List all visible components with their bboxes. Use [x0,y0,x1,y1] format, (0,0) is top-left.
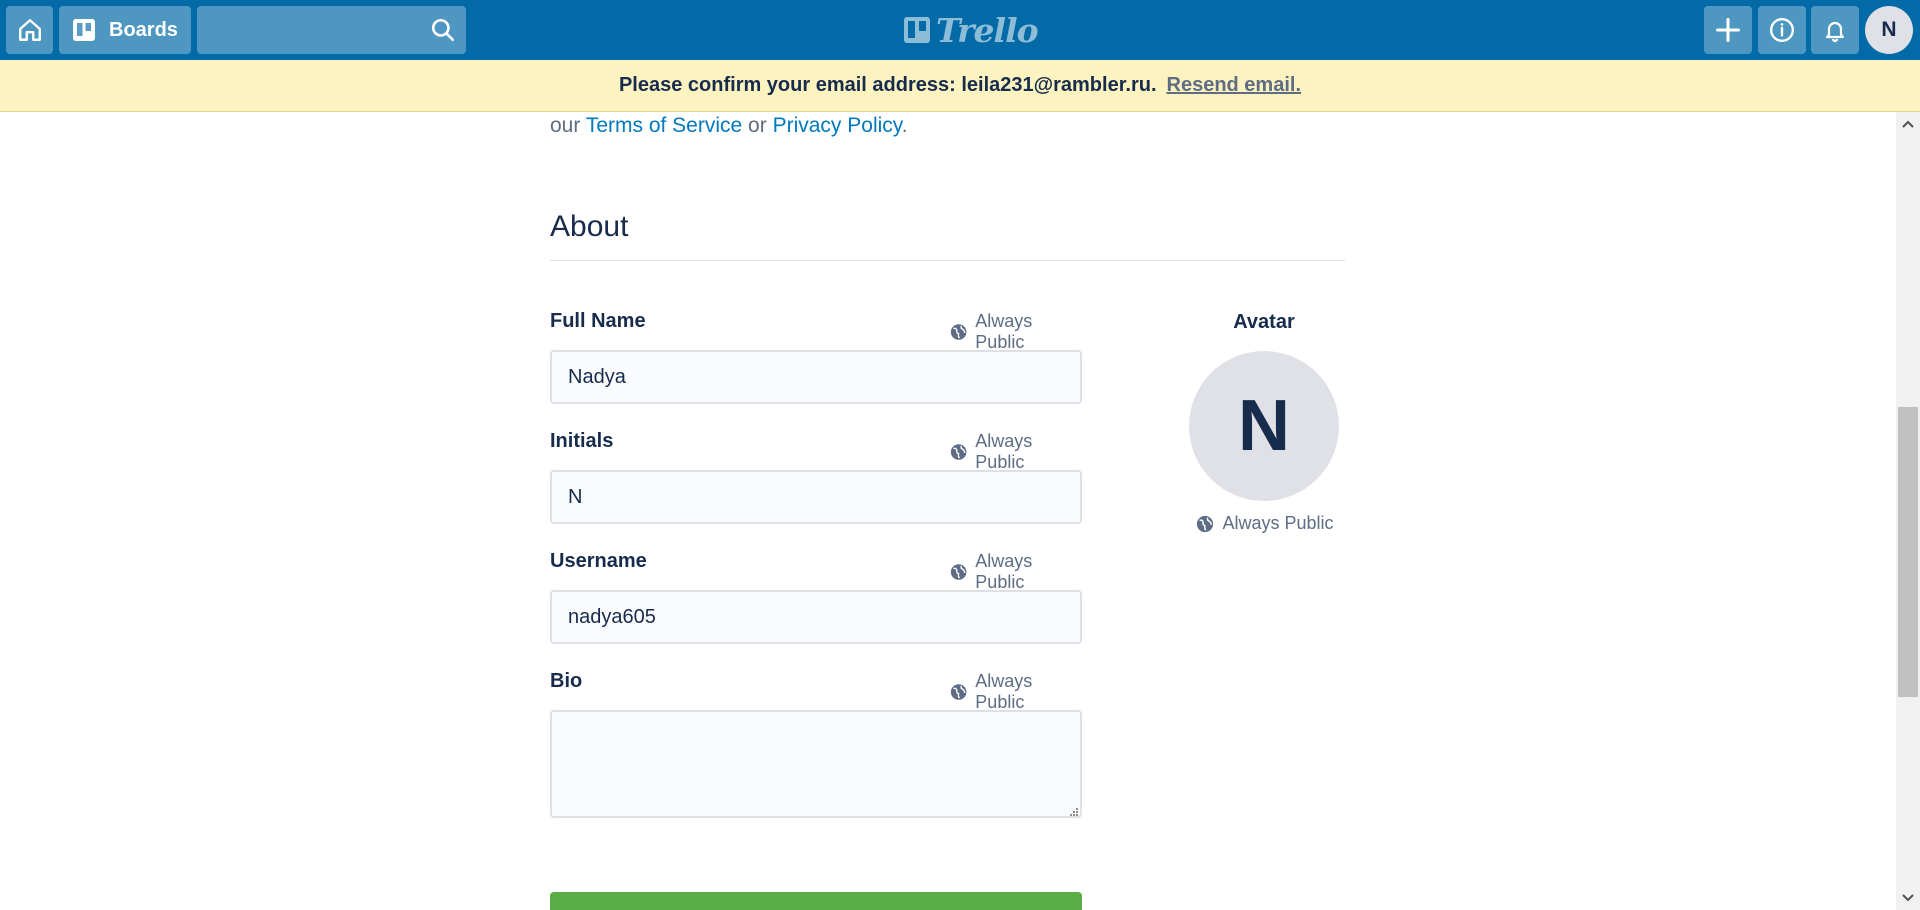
terms-or: or [748,114,767,137]
privacy-policy-link[interactable]: Privacy Policy [773,114,902,137]
terms-suffix: . [901,114,908,137]
globe-icon [950,564,967,580]
member-avatar-button[interactable]: N [1865,6,1913,54]
bio-public-tag: Always Public [950,671,1082,713]
profile-avatar[interactable]: N [1189,351,1339,501]
avatar-public-text: Always Public [1222,513,1334,533]
email-confirm-banner: Please confirm your email address: leila… [0,60,1920,112]
avatar-public-tag: Always Public [1190,513,1340,534]
save-button[interactable] [550,892,1082,910]
terms-of-service-link[interactable]: Terms of Service [586,114,742,137]
plus-icon [1715,17,1741,43]
about-heading: About [550,210,629,243]
bio-public-text: Always Public [975,671,1033,712]
full-name-public-text: Always Public [975,311,1033,352]
info-icon [1769,17,1795,43]
about-divider [550,260,1345,261]
profile-content: our Terms of Service or Privacy Policy. … [0,112,1896,910]
resend-email-link[interactable]: Resend email. [1167,74,1302,97]
resize-grip-icon[interactable] [1068,806,1078,816]
boards-label: Boards [109,18,178,41]
chevron-up-icon [1902,120,1914,128]
initials-input[interactable] [550,470,1082,524]
create-button[interactable] [1704,6,1752,54]
terms-prefix: our [550,114,581,137]
scrollbar-thumb[interactable] [1898,407,1918,697]
avatar-label: Avatar [1233,311,1295,333]
notifications-button[interactable] [1811,6,1859,54]
top-header: Boards Trello N [0,0,1920,60]
terms-text: our Terms of Service or Privacy Policy. [550,114,908,138]
initials-public-tag: Always Public [950,431,1082,473]
trello-wordmark: Trello [936,10,1039,50]
search-box[interactable] [197,6,466,54]
search-input[interactable] [197,6,417,54]
scroll-down-button[interactable] [1896,886,1920,910]
boards-button[interactable]: Boards [59,6,191,54]
globe-icon [1197,515,1214,532]
globe-icon [950,444,967,460]
trello-logo[interactable]: Trello [904,10,1039,50]
banner-message: Please confirm your email address: leila… [618,74,1157,96]
search-icon[interactable] [430,17,456,43]
full-name-label: Full Name [550,310,646,332]
full-name-public-tag: Always Public [950,311,1082,353]
full-name-input[interactable] [550,350,1082,404]
globe-icon [950,324,967,340]
username-public-text: Always Public [975,551,1033,592]
globe-icon [950,684,967,700]
home-icon [18,19,41,41]
bio-textarea[interactable] [550,710,1082,818]
scroll-up-button[interactable] [1896,112,1920,136]
initials-public-text: Always Public [975,431,1033,472]
bio-label: Bio [550,670,583,692]
username-label: Username [550,550,647,572]
username-input[interactable] [550,590,1082,644]
info-button[interactable] [1758,6,1806,54]
boards-icon [73,19,95,41]
username-public-tag: Always Public [950,551,1082,593]
chevron-down-icon [1902,894,1914,902]
initials-label: Initials [550,430,614,452]
home-button[interactable] [6,6,53,54]
trello-logo-icon [904,17,930,43]
page-scrollbar[interactable] [1896,112,1920,910]
bell-icon [1825,21,1845,43]
